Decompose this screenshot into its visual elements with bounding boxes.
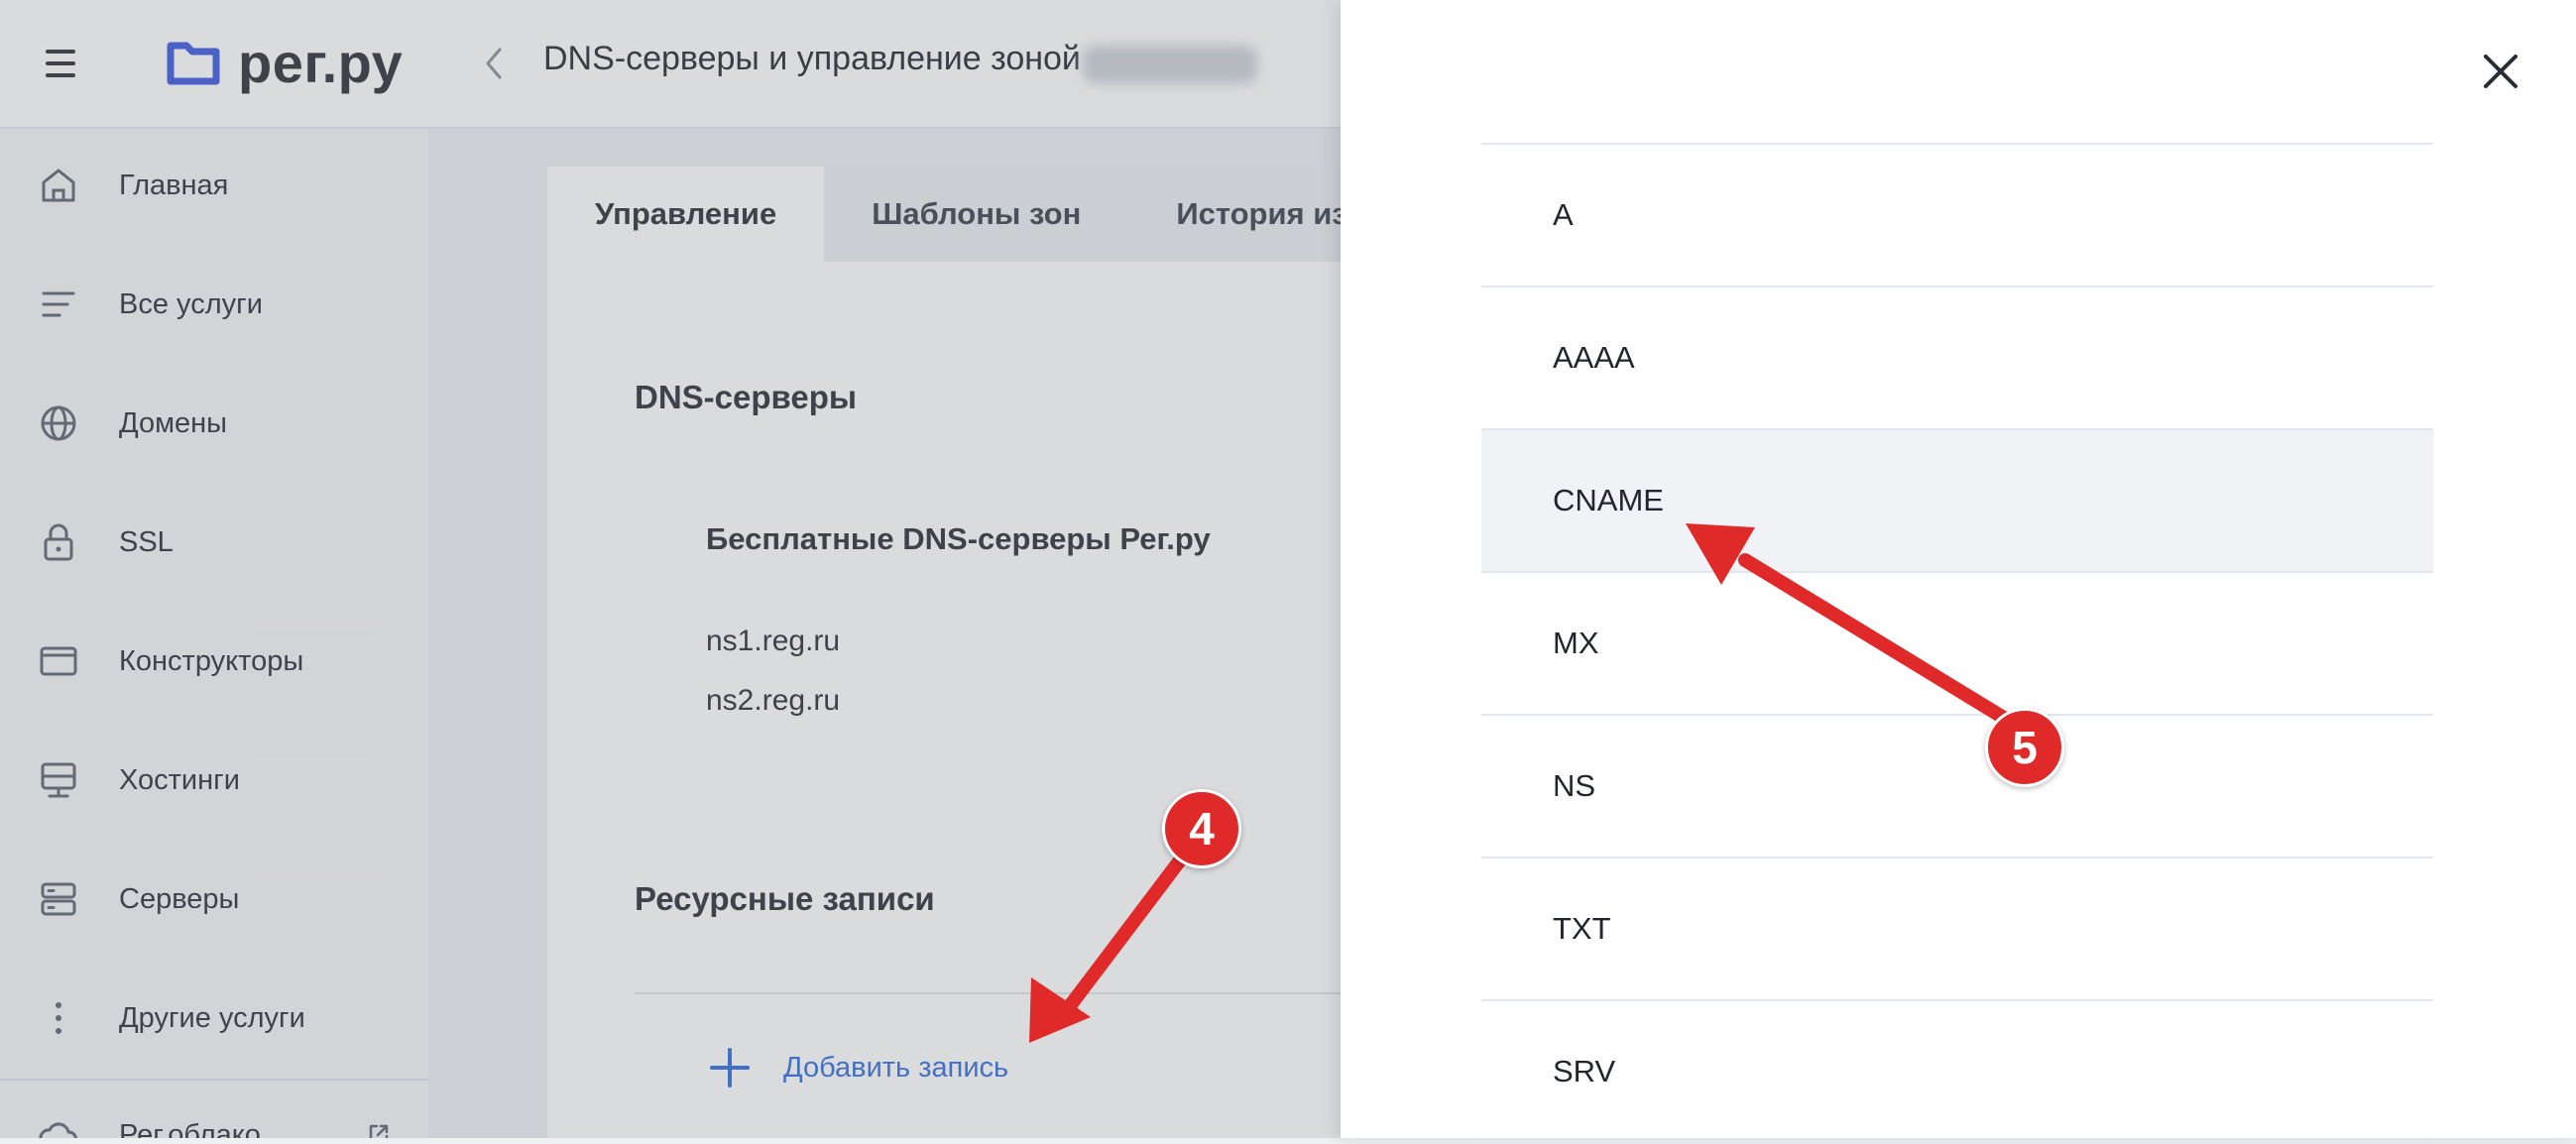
record-type-list: A AAAA CNAME MX NS TXT SRV [1481, 143, 2433, 1144]
record-type-cname[interactable]: CNAME [1481, 430, 2433, 573]
record-type-a[interactable]: A [1481, 145, 2433, 287]
record-type-txt[interactable]: TXT [1481, 858, 2433, 1001]
main-app: рег.ру DNS-серверы и управление зоной Гл… [0, 0, 1341, 1138]
step-badge-4: 4 [1162, 789, 1241, 868]
close-icon[interactable] [2481, 52, 2520, 91]
record-type-srv[interactable]: SRV [1481, 1001, 2433, 1144]
record-type-ns[interactable]: NS [1481, 716, 2433, 858]
record-type-aaaa[interactable]: AAAA [1481, 287, 2433, 430]
record-type-mx[interactable]: MX [1481, 573, 2433, 716]
modal-backdrop[interactable] [0, 0, 1341, 1138]
step-badge-5: 5 [1985, 708, 2064, 787]
